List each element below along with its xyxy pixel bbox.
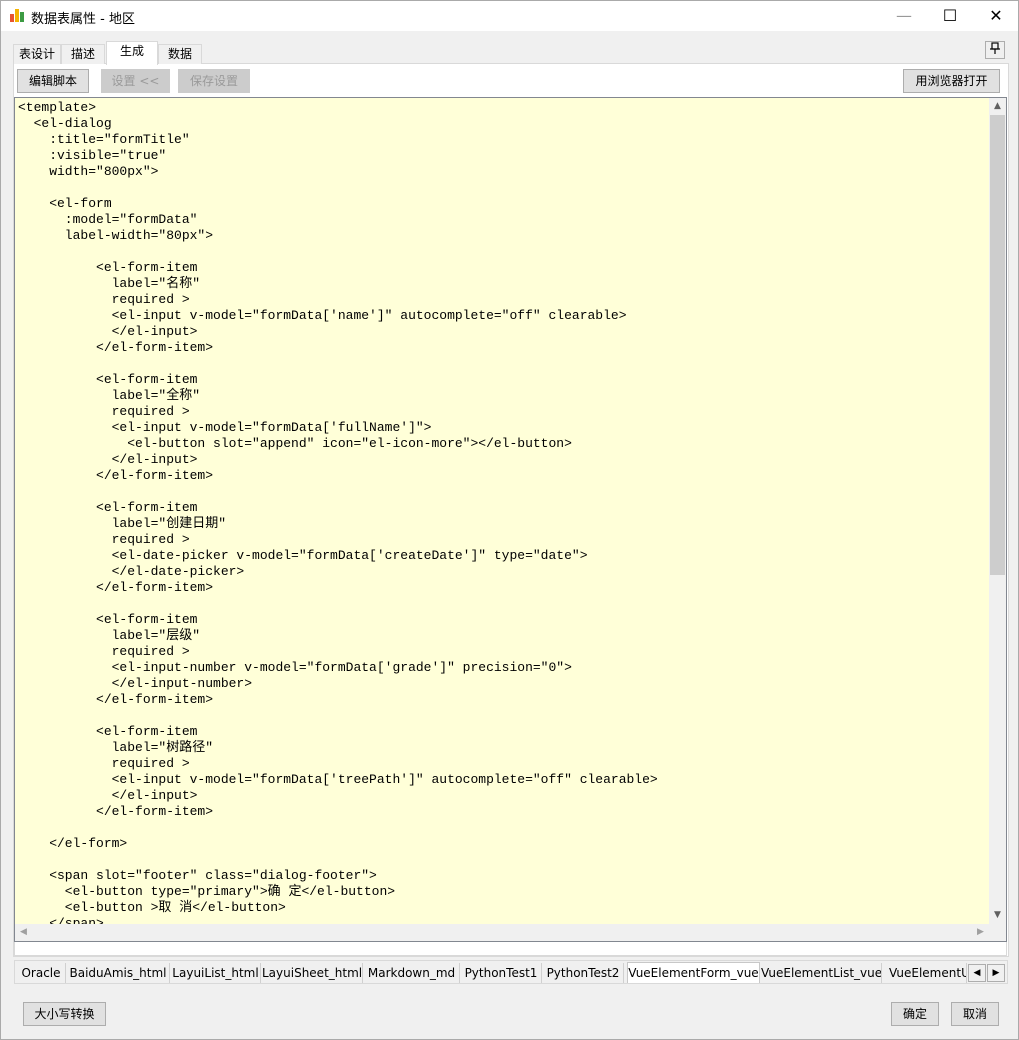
tab-generate[interactable]: 生成: [106, 41, 158, 65]
edit-script-button[interactable]: 编辑脚本: [17, 69, 89, 93]
cancel-button[interactable]: 取消: [951, 1002, 999, 1026]
maximize-button[interactable]: ☐: [927, 1, 973, 31]
code-line[interactable]: required >: [18, 644, 986, 660]
template-tab-vueelementform-vue[interactable]: VueElementForm_vue: [627, 962, 760, 983]
vertical-scrollbar[interactable]: ▲ ▼: [989, 98, 1006, 924]
open-in-browser-button[interactable]: 用浏览器打开: [903, 69, 1000, 93]
code-line[interactable]: <el-button >取 消</el-button>: [18, 900, 986, 916]
horizontal-scrollbar[interactable]: ◀ ▶: [15, 924, 989, 941]
code-line[interactable]: <el-form-item: [18, 612, 986, 628]
code-line[interactable]: </el-form-item>: [18, 692, 986, 708]
template-tab-vueelementlist-vue[interactable]: VueElementList_vue: [761, 963, 882, 983]
minimize-button[interactable]: —: [881, 1, 927, 31]
code-line[interactable]: [18, 356, 986, 372]
template-tab-strip: Oracle BaiduAmis_html LayuiList_html Lay…: [14, 960, 1008, 984]
code-line[interactable]: <el-input v-model="formData['treePath']"…: [18, 772, 986, 788]
code-line[interactable]: </el-form>: [18, 836, 986, 852]
tab-description[interactable]: 描述: [61, 44, 105, 64]
template-tab-baiduamis-html[interactable]: BaiduAmis_html: [67, 963, 170, 983]
template-tab-layuilist-html[interactable]: LayuiList_html: [171, 963, 261, 983]
tab-table-design[interactable]: 表设计: [13, 44, 61, 64]
code-line[interactable]: <el-form-item: [18, 372, 986, 388]
code-line[interactable]: label-width="80px">: [18, 228, 986, 244]
code-line[interactable]: <el-dialog: [18, 116, 986, 132]
scroll-left-icon[interactable]: ◀: [15, 924, 32, 941]
scroll-up-icon[interactable]: ▲: [989, 98, 1006, 115]
settings-button[interactable]: 设置 <<: [101, 69, 170, 93]
template-tab-pythontest1[interactable]: PythonTest1: [461, 963, 542, 983]
code-line[interactable]: required >: [18, 756, 986, 772]
code-line[interactable]: [18, 484, 986, 500]
code-line[interactable]: <el-date-picker v-model="formData['creat…: [18, 548, 986, 564]
code-line[interactable]: </el-form-item>: [18, 804, 986, 820]
save-settings-button[interactable]: 保存设置: [178, 69, 250, 93]
template-tab-markdown-md[interactable]: Markdown_md: [364, 963, 460, 983]
template-tab-vueelementu[interactable]: VueElementU: [883, 963, 967, 983]
pin-button[interactable]: [985, 41, 1005, 59]
code-line[interactable]: required >: [18, 292, 986, 308]
scroll-down-icon[interactable]: ▼: [989, 907, 1006, 924]
code-line[interactable]: </el-input-number>: [18, 676, 986, 692]
code-line[interactable]: :title="formTitle": [18, 132, 986, 148]
code-line[interactable]: </el-form-item>: [18, 468, 986, 484]
code-line[interactable]: [18, 852, 986, 868]
code-line[interactable]: label="全称": [18, 388, 986, 404]
code-line[interactable]: <el-input-number v-model="formData['grad…: [18, 660, 986, 676]
code-line[interactable]: <el-button type="primary">确 定</el-button…: [18, 884, 986, 900]
code-line[interactable]: <el-form: [18, 196, 986, 212]
code-line[interactable]: <el-form-item: [18, 260, 986, 276]
properties-window: 数据表属性 - 地区 — ☐ ✕ 表设计 描述 生成 数据 编辑脚本 设置 <<…: [0, 0, 1019, 1040]
code-line[interactable]: width="800px">: [18, 164, 986, 180]
code-line[interactable]: <el-form-item: [18, 500, 986, 516]
tab-scroll-left-icon[interactable]: ◀: [968, 964, 986, 982]
code-line[interactable]: </el-date-picker>: [18, 564, 986, 580]
code-line[interactable]: [18, 596, 986, 612]
close-button[interactable]: ✕: [973, 1, 1019, 31]
template-tab-pythontest2[interactable]: PythonTest2: [543, 963, 624, 983]
code-line[interactable]: label="名称": [18, 276, 986, 292]
code-line[interactable]: </span>: [18, 916, 986, 924]
code-line[interactable]: [18, 244, 986, 260]
app-icon: [10, 9, 24, 22]
scroll-corner: [989, 924, 1006, 941]
code-line[interactable]: :model="formData": [18, 212, 986, 228]
window-title: 数据表属性 - 地区: [31, 12, 135, 27]
code-line[interactable]: [18, 708, 986, 724]
code-line[interactable]: <el-input v-model="formData['name']" aut…: [18, 308, 986, 324]
code-line[interactable]: </el-form-item>: [18, 580, 986, 596]
code-line[interactable]: label="创建日期": [18, 516, 986, 532]
code-line[interactable]: required >: [18, 404, 986, 420]
code-line[interactable]: <span slot="footer" class="dialog-footer…: [18, 868, 986, 884]
code-text[interactable]: <template> <el-dialog :title="formTitle"…: [18, 100, 986, 924]
title-bar[interactable]: 数据表属性 - 地区 — ☐ ✕: [1, 1, 1018, 31]
ok-button[interactable]: 确定: [891, 1002, 939, 1026]
code-line[interactable]: <template>: [18, 100, 986, 116]
pin-icon: [990, 42, 1000, 57]
code-line[interactable]: <el-button slot="append" icon="el-icon-m…: [18, 436, 986, 452]
vertical-scroll-thumb[interactable]: [990, 115, 1005, 575]
code-line[interactable]: [18, 820, 986, 836]
code-line[interactable]: required >: [18, 532, 986, 548]
code-line[interactable]: </el-input>: [18, 452, 986, 468]
code-line[interactable]: label="树路径": [18, 740, 986, 756]
code-line[interactable]: </el-form-item>: [18, 340, 986, 356]
scroll-right-icon[interactable]: ▶: [972, 924, 989, 941]
template-tab-oracle[interactable]: Oracle: [17, 963, 66, 983]
template-tab-layuisheet-html[interactable]: LayuiSheet_html: [262, 963, 363, 983]
code-editor[interactable]: <template> <el-dialog :title="formTitle"…: [14, 97, 1007, 942]
code-line[interactable]: </el-input>: [18, 324, 986, 340]
code-line[interactable]: <el-form-item: [18, 724, 986, 740]
code-line[interactable]: label="层级": [18, 628, 986, 644]
code-line[interactable]: </el-input>: [18, 788, 986, 804]
case-convert-button[interactable]: 大小写转换: [23, 1002, 106, 1026]
code-line[interactable]: [18, 180, 986, 196]
editor-status-strip: [14, 942, 1007, 956]
tab-data[interactable]: 数据: [158, 44, 202, 64]
code-line[interactable]: :visible="true": [18, 148, 986, 164]
tab-scroll-right-icon[interactable]: ▶: [987, 964, 1005, 982]
code-line[interactable]: <el-input v-model="formData['fullName']"…: [18, 420, 986, 436]
